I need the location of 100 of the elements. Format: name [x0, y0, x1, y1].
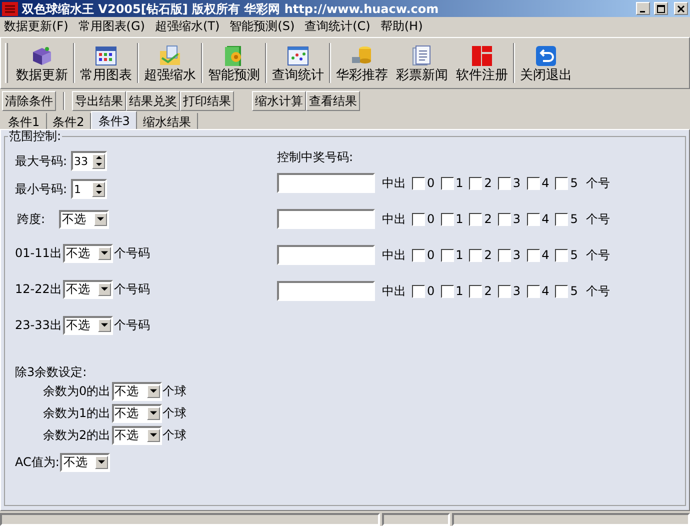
dropdown[interactable]: 不选: [62, 316, 113, 334]
label-text: 12-22出: [15, 281, 62, 298]
action-button[interactable]: 查看结果: [306, 91, 360, 111]
label-text: 个号: [586, 175, 610, 192]
label-text: 个球: [162, 383, 187, 400]
label-text: 个号码: [114, 317, 150, 334]
tab[interactable]: 条件3: [91, 111, 137, 129]
section-title: 控制中奖号码:: [277, 148, 354, 166]
caret-icon: [98, 282, 111, 296]
option-checkbox[interactable]: 3: [498, 210, 521, 228]
spinner-arrows-icon: [92, 182, 106, 196]
menu-item[interactable]: 超强缩水(T): [154, 17, 220, 35]
option-checkbox[interactable]: 0: [412, 174, 435, 192]
label-text: AC值为:: [15, 454, 60, 471]
option-checkbox[interactable]: 1: [440, 282, 464, 300]
label-text: 余数为2的出: [43, 427, 111, 444]
close-icon[interactable]: [674, 2, 688, 15]
caret-icon: [146, 384, 160, 398]
option-checkbox[interactable]: 5: [555, 282, 578, 300]
dropdown[interactable]: 不选: [59, 210, 110, 228]
option-checkbox[interactable]: 2: [469, 282, 492, 300]
label-text: 个号: [586, 283, 610, 300]
folder-icon: [158, 44, 182, 68]
spin-field[interactable]: 33: [71, 151, 108, 171]
label-text: 中出: [382, 247, 406, 264]
label-text: 个球: [162, 405, 187, 422]
spin-field[interactable]: 1: [71, 179, 108, 199]
option-checkbox[interactable]: 5: [555, 246, 578, 264]
option-checkbox[interactable]: 2: [469, 174, 492, 192]
toolbar-button[interactable]: 常用图表: [76, 40, 136, 86]
dropdown[interactable]: 不选: [60, 452, 110, 472]
toolbar-button[interactable]: 查询统计: [268, 40, 328, 86]
option-checkbox[interactable]: 5: [555, 174, 578, 192]
option-checkbox[interactable]: 2: [469, 210, 492, 228]
action-button[interactable]: 打印结果: [180, 91, 234, 111]
dropdown[interactable]: 不选: [62, 244, 113, 262]
menu-item[interactable]: 智能预测(S): [230, 17, 295, 35]
toolbar-button[interactable]: 数据更新: [12, 40, 72, 86]
window-title: 双色球缩水王 V2005[钻石版] 版权所有 华彩网 http://www.huacw.com: [22, 2, 440, 14]
action-button[interactable]: 缩水计算: [252, 91, 306, 111]
number-field[interactable]: [277, 209, 375, 229]
maximize-icon[interactable]: [654, 2, 668, 15]
app-icon: [2, 2, 18, 16]
section-title: 除3余数设定:: [15, 364, 87, 381]
dropdown[interactable]: 不选: [112, 426, 162, 444]
option-checkbox[interactable]: 5: [555, 210, 578, 228]
toolbar-button[interactable]: 彩票新闻: [392, 40, 452, 86]
label-text: 中出: [382, 283, 406, 300]
option-checkbox[interactable]: 0: [412, 282, 435, 300]
action-button[interactable]: 导出结果: [72, 91, 126, 111]
toolbar-button[interactable]: 智能预测: [204, 40, 264, 86]
label-text: 个号: [586, 211, 610, 228]
label-text: 23-33出: [15, 317, 62, 334]
dropdown[interactable]: 不选: [62, 280, 113, 298]
chart-icon: [286, 44, 310, 68]
option-checkbox[interactable]: 0: [412, 210, 435, 228]
label-text: 余数为1的出: [43, 405, 111, 422]
caret-icon: [95, 456, 108, 468]
action-button[interactable]: 清除条件: [2, 91, 56, 111]
option-checkbox[interactable]: 4: [526, 210, 550, 228]
spinner-arrows-icon: [92, 154, 106, 168]
option-checkbox[interactable]: 4: [526, 246, 550, 264]
toolbar-button[interactable]: 关闭退出: [516, 40, 576, 86]
minimize-icon[interactable]: [636, 2, 650, 15]
toolbar-button[interactable]: 软件注册: [452, 40, 512, 86]
label-text: 个号码: [114, 281, 150, 298]
number-field[interactable]: [277, 281, 375, 301]
number-field[interactable]: [277, 245, 375, 265]
option-checkbox[interactable]: 3: [498, 174, 521, 192]
option-checkbox[interactable]: 4: [526, 174, 550, 192]
toolbar-button[interactable]: 超强缩水: [140, 40, 200, 86]
label-text: 最大号码:: [15, 153, 68, 170]
menu-item[interactable]: 数据更新(F): [4, 17, 68, 35]
option-checkbox[interactable]: 3: [498, 282, 521, 300]
status-pane: [382, 513, 450, 526]
menu-item[interactable]: 查询统计(C): [304, 17, 370, 35]
label-text: 中出: [382, 211, 406, 228]
dropdown[interactable]: 不选: [112, 382, 162, 400]
toolbar-button[interactable]: 华彩推荐: [332, 40, 392, 86]
group-title: 范围控制:: [8, 130, 62, 142]
label-text: 跨度:: [17, 211, 46, 228]
number-field[interactable]: [277, 173, 375, 193]
caret-icon: [98, 318, 111, 332]
option-checkbox[interactable]: 4: [526, 282, 550, 300]
label-text: 个球: [162, 427, 187, 444]
option-checkbox[interactable]: 0: [412, 246, 435, 264]
label-text: 01-11出: [15, 245, 62, 262]
caret-icon: [146, 428, 160, 442]
menu-item[interactable]: 常用图表(G): [78, 17, 145, 35]
option-checkbox[interactable]: 1: [440, 210, 464, 228]
action-button[interactable]: 结果兑奖: [126, 91, 180, 111]
menu-item[interactable]: 帮助(H): [380, 17, 423, 35]
option-checkbox[interactable]: 3: [498, 246, 521, 264]
label-text: 中出: [382, 175, 406, 192]
option-checkbox[interactable]: 2: [469, 246, 492, 264]
option-checkbox[interactable]: 1: [440, 174, 464, 192]
label-text: 余数为0的出: [43, 383, 111, 400]
label-text: 个号码: [114, 245, 150, 262]
dropdown[interactable]: 不选: [112, 404, 162, 422]
option-checkbox[interactable]: 1: [440, 246, 464, 264]
